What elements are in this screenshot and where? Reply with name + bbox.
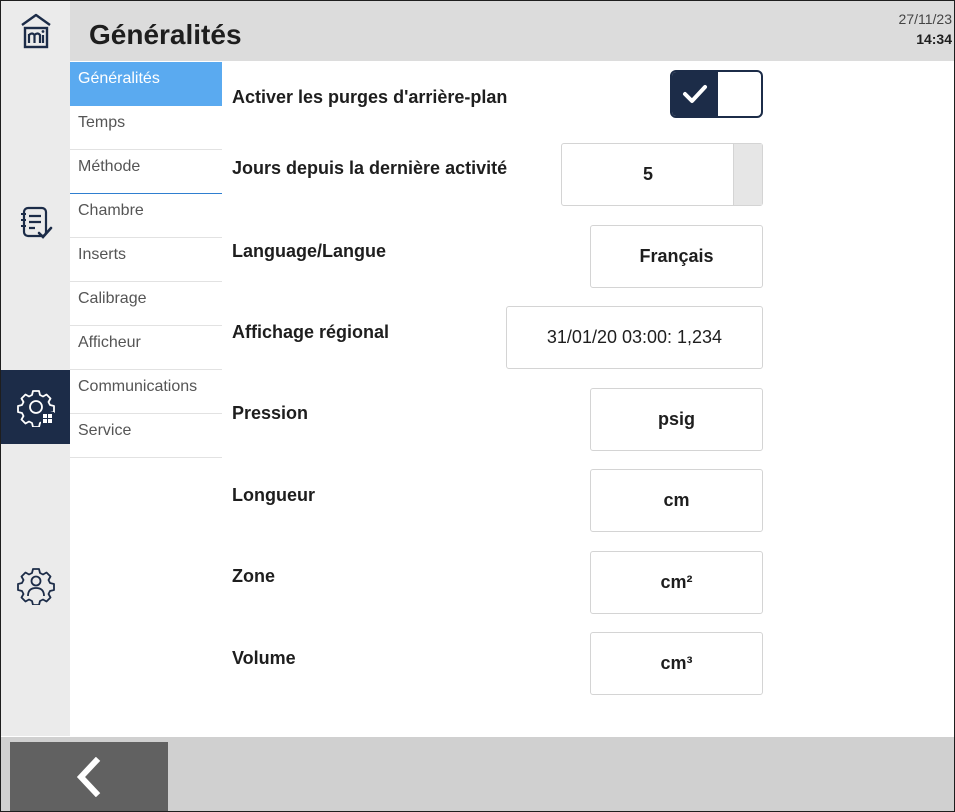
- days-since-activity-value[interactable]: 5: [562, 144, 734, 205]
- submenu-item-chambre[interactable]: Chambre: [70, 194, 222, 238]
- submenu-item-methode[interactable]: Méthode: [70, 150, 222, 194]
- page-title: Généralités: [89, 19, 242, 50]
- days-since-activity-stepper[interactable]: 5: [561, 143, 763, 206]
- language-label: Language/Langue: [232, 241, 387, 261]
- left-rail: [1, 1, 70, 736]
- background-purge-toggle[interactable]: [670, 70, 763, 118]
- tests-button[interactable]: [1, 193, 70, 253]
- user-settings-button[interactable]: [1, 555, 70, 615]
- area-unit-select[interactable]: cm²: [590, 551, 763, 614]
- length-label: Longueur: [232, 485, 315, 505]
- submenu-item-service[interactable]: Service: [70, 414, 222, 458]
- submenu-item-afficheur[interactable]: Afficheur: [70, 326, 222, 370]
- pressure-label: Pression: [232, 403, 309, 423]
- header-bar: Généralités 27/11/23 14:34: [70, 1, 954, 61]
- submenu-item-temps[interactable]: Temps: [70, 106, 222, 150]
- back-button[interactable]: [10, 742, 168, 811]
- volume-unit-select[interactable]: cm³: [590, 632, 763, 695]
- header-date: 27/11/23: [898, 11, 952, 27]
- submenu-item-generalites[interactable]: Généralités: [70, 62, 222, 106]
- stepper-handle[interactable]: [733, 144, 762, 205]
- submenu-item-calibrage[interactable]: Calibrage: [70, 282, 222, 326]
- regional-display-label: Affichage régional: [232, 322, 390, 342]
- home-mi-icon: [20, 13, 51, 49]
- user-settings-icon: [16, 568, 55, 605]
- regional-display-select[interactable]: 31/01/20 03:00: 1,234: [506, 306, 763, 369]
- days-since-activity-label: Jours depuis la dernière activité: [232, 158, 508, 178]
- chevron-left-icon: [76, 756, 101, 797]
- settings-submenu: Généralités Temps Méthode Chambre Insert…: [70, 62, 222, 458]
- language-select[interactable]: Français: [590, 225, 763, 288]
- system-settings-icon: [16, 390, 55, 427]
- checklist-icon: [20, 206, 52, 239]
- submenu-item-communications[interactable]: Communications: [70, 370, 222, 414]
- pressure-unit-select[interactable]: psig: [590, 388, 763, 451]
- system-settings-button[interactable]: [1, 370, 70, 444]
- submenu-item-inserts[interactable]: Inserts: [70, 238, 222, 282]
- area-label: Zone: [232, 566, 275, 586]
- header-time: 14:34: [916, 31, 952, 47]
- footer-bar: [1, 737, 954, 811]
- volume-label: Volume: [232, 648, 296, 668]
- home-button[interactable]: [1, 1, 70, 61]
- toggle-on-segment: [672, 72, 718, 116]
- length-unit-select[interactable]: cm: [590, 469, 763, 532]
- background-purge-label: Activer les purges d'arrière-plan: [232, 87, 508, 107]
- checkmark-icon: [683, 85, 707, 103]
